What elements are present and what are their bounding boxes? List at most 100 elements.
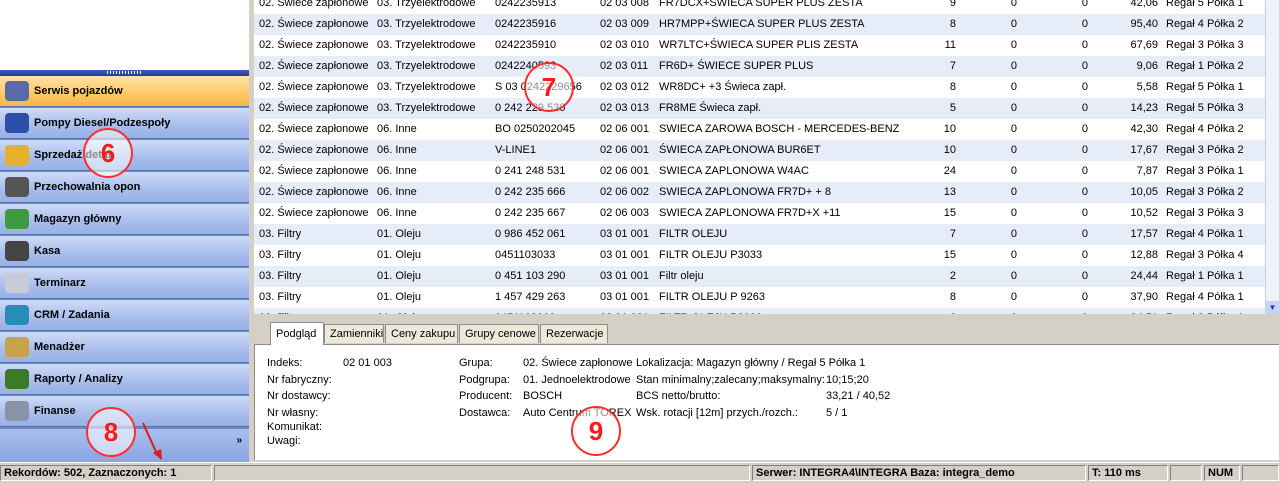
cell-price: 9,06 xyxy=(1136,60,1158,72)
status-bar: Rekordów: 502, Zaznaczonych: 1 Serwer: I… xyxy=(0,462,1279,483)
parts-table: 02. Świece zapłonowe 03. Trzyelektrodowe 0… xyxy=(254,0,1265,314)
splitter-grip[interactable] xyxy=(107,71,141,74)
cell-col7: 0 xyxy=(1010,270,1017,282)
table-row[interactable]: 02. Świece zapłonowe 03. Trzyelektrodowe 0… xyxy=(254,56,1265,77)
table-row[interactable]: 02. Świece zapłonowe 03. Trzyelektrodowe 0… xyxy=(254,0,1265,14)
cell-index: 0242235910 xyxy=(495,39,557,51)
cell-code: 02 06 001 xyxy=(600,144,649,156)
sidebar-item-6[interactable]: Terminarz xyxy=(0,268,249,299)
table-row[interactable]: 02. Świece zapłonowe 06. Inne BO 025020204… xyxy=(254,119,1265,140)
status-empty-cell xyxy=(1170,465,1202,481)
sidebar-item-4[interactable]: Magazyn główny xyxy=(0,204,249,235)
cell-code: 02 06 001 xyxy=(600,123,649,135)
cell-name: FILTR OLEJU xyxy=(659,228,728,240)
sidebar-item-0[interactable]: Serwis pojazdów xyxy=(0,76,249,107)
table-row[interactable]: 02. Świece zapłonowe 06. Inne 0 242 235 66… xyxy=(254,203,1265,224)
table-row[interactable]: 02. Świece zapłonowe 03. Trzyelektrodowe 0… xyxy=(254,98,1265,119)
tab-1[interactable]: Zamienniki xyxy=(324,324,384,343)
cell-subgroup: 06. Inne xyxy=(377,165,417,177)
cell-group: 02. Świece zapłonowe xyxy=(259,0,369,9)
cell-code: 02 03 011 xyxy=(600,60,649,72)
tab-2[interactable]: Ceny zakupu xyxy=(385,324,458,343)
table-row[interactable]: 03. Filtry 01. Oleju 0451103033 03 01 001 FI… xyxy=(254,245,1265,266)
cell-price: 7,87 xyxy=(1136,165,1158,177)
vertical-scrollbar[interactable]: ▼ xyxy=(1265,0,1279,314)
sidebar-item-8[interactable]: Menadżer xyxy=(0,332,249,363)
cell-col8: 0 xyxy=(1081,249,1088,261)
tab-4[interactable]: Rezerwacje xyxy=(540,324,608,343)
table-row[interactable]: 02. Świece zapłonowe 03. Trzyelektrodowe 0… xyxy=(254,35,1265,56)
sidebar-item-label: Kasa xyxy=(34,245,61,257)
cell-group: 02. Świece zapłonowe xyxy=(259,207,369,219)
cell-price: 17,67 xyxy=(1130,144,1158,156)
tab-0[interactable]: Podgląd xyxy=(270,322,324,345)
cell-location: Regał 4 Półka 2 xyxy=(1166,18,1244,30)
cell-col8: 0 xyxy=(1081,81,1088,93)
sidebar-item-5[interactable]: Kasa xyxy=(0,236,249,267)
cell-qty: 13 xyxy=(943,186,956,198)
cell-name: SWIECA ZAPLONOWA FR7D+X +11 xyxy=(659,207,841,219)
cell-subgroup: 03. Trzyelektrodowe xyxy=(377,39,476,51)
cell-location: Regał 3 Półka 3 xyxy=(1166,39,1244,51)
scroll-down-icon[interactable]: ▼ xyxy=(1266,301,1279,314)
cell-subgroup: 06. Inne xyxy=(377,186,417,198)
cell-col7: 0 xyxy=(1010,207,1017,219)
cell-code: 02 03 009 xyxy=(600,18,649,30)
query-time: T: 110 ms xyxy=(1088,465,1168,481)
status-empty-cell-2 xyxy=(1242,465,1279,481)
nr-wlasny-label: Nr własny: xyxy=(267,407,319,419)
cell-name: ŚWIECA ZAPŁONOWA BUR6ET xyxy=(659,144,821,156)
table-row[interactable]: 03. Filtry 01. Oleju 0 986 452 061 03 01 00… xyxy=(254,224,1265,245)
tire-icon xyxy=(5,177,29,197)
cell-index: 0242235913 xyxy=(495,0,557,9)
expand-chevron-icon[interactable]: » xyxy=(236,435,242,446)
cell-name: FR7DCX+ŚWIECA SUPER PLUS ZESTA xyxy=(659,0,863,9)
cell-col7: 0 xyxy=(1010,228,1017,240)
cell-code: 03 01 001 xyxy=(600,270,649,282)
cell-subgroup: 01. Oleju xyxy=(377,270,422,282)
cell-qty: 10 xyxy=(943,123,956,135)
producent-value: BOSCH xyxy=(523,390,563,402)
table-row[interactable]: 03. Filtry 01. Oleju 0 451 103 290 03 01 00… xyxy=(254,266,1265,287)
table-row[interactable]: 02. Świece zapłonowe 06. Inne 0 241 248 53… xyxy=(254,161,1265,182)
sidebar-item-9[interactable]: Raporty / Analizy xyxy=(0,364,249,395)
cell-col7: 0 xyxy=(1010,39,1017,51)
sidebar-item-label: Przechowalnia opon xyxy=(34,181,141,193)
cell-name: SWIECA ZAPLONOWA W4AC xyxy=(659,165,809,177)
grupa-label: Grupa: xyxy=(459,357,493,369)
sidebar-item-label: Serwis pojazdów xyxy=(34,85,123,97)
cell-col8: 0 xyxy=(1081,18,1088,30)
annotation-marker-8: 8 xyxy=(86,407,136,457)
indeks-value: 02 01 003 xyxy=(343,357,392,369)
cell-location: Regał 4 Półka 1 xyxy=(1166,228,1244,240)
tab-3[interactable]: Grupy cenowe xyxy=(459,324,539,343)
cell-col7: 0 xyxy=(1010,186,1017,198)
cell-qty: 8 xyxy=(949,81,956,93)
table-row[interactable]: 02. Świece zapłonowe 03. Trzyelektrodowe 0… xyxy=(254,14,1265,35)
table-row[interactable]: 02. Świece zapłonowe 06. Inne 0 242 235 66… xyxy=(254,182,1265,203)
table-row[interactable]: 02. Świece zapłonowe 06. Inne V-LINE1 02 06… xyxy=(254,140,1265,161)
sidebar-item-7[interactable]: CRM / Zadania xyxy=(0,300,249,331)
cell-qty: 7 xyxy=(949,228,956,240)
cell-price: 37,90 xyxy=(1130,291,1158,303)
cell-col7: 0 xyxy=(1010,0,1017,9)
cell-col8: 0 xyxy=(1081,270,1088,282)
cell-name: WR7LTC+ŚWIECA SUPER PLIS ZESTA xyxy=(659,39,859,51)
nr-fabryczny-label: Nr fabryczny: xyxy=(267,374,332,386)
annotation-arrow-icon xyxy=(142,422,162,460)
cell-price: 95,40 xyxy=(1130,18,1158,30)
cell-location: Regał 5 Półka 1 xyxy=(1166,81,1244,93)
sidebar-item-label: Pompy Diesel/Podzespoły xyxy=(34,117,171,129)
table-row[interactable]: 02. Świece zapłonowe 03. Trzyelektrodowe S… xyxy=(254,77,1265,98)
detail-tabs: Podgląd Zamienniki Ceny zakupu Grupy cenowe… xyxy=(254,320,1279,345)
cell-col8: 0 xyxy=(1081,207,1088,219)
cell-col8: 0 xyxy=(1081,291,1088,303)
table-row[interactable]: 03. Filtry 01. Oleju 1 457 429 263 03 01 00… xyxy=(254,287,1265,308)
cell-name: FR8ME Świeca zapł. xyxy=(659,102,762,114)
podgrupa-label: Podgrupa: xyxy=(459,374,510,386)
cell-group: 02. Świece zapłonowe xyxy=(259,81,369,93)
sidebar-item-3[interactable]: Przechowalnia opon xyxy=(0,172,249,203)
cell-subgroup: 06. Inne xyxy=(377,144,417,156)
coins-icon xyxy=(5,145,29,165)
cell-location: Regał 5 Półka 3 xyxy=(1166,102,1244,114)
